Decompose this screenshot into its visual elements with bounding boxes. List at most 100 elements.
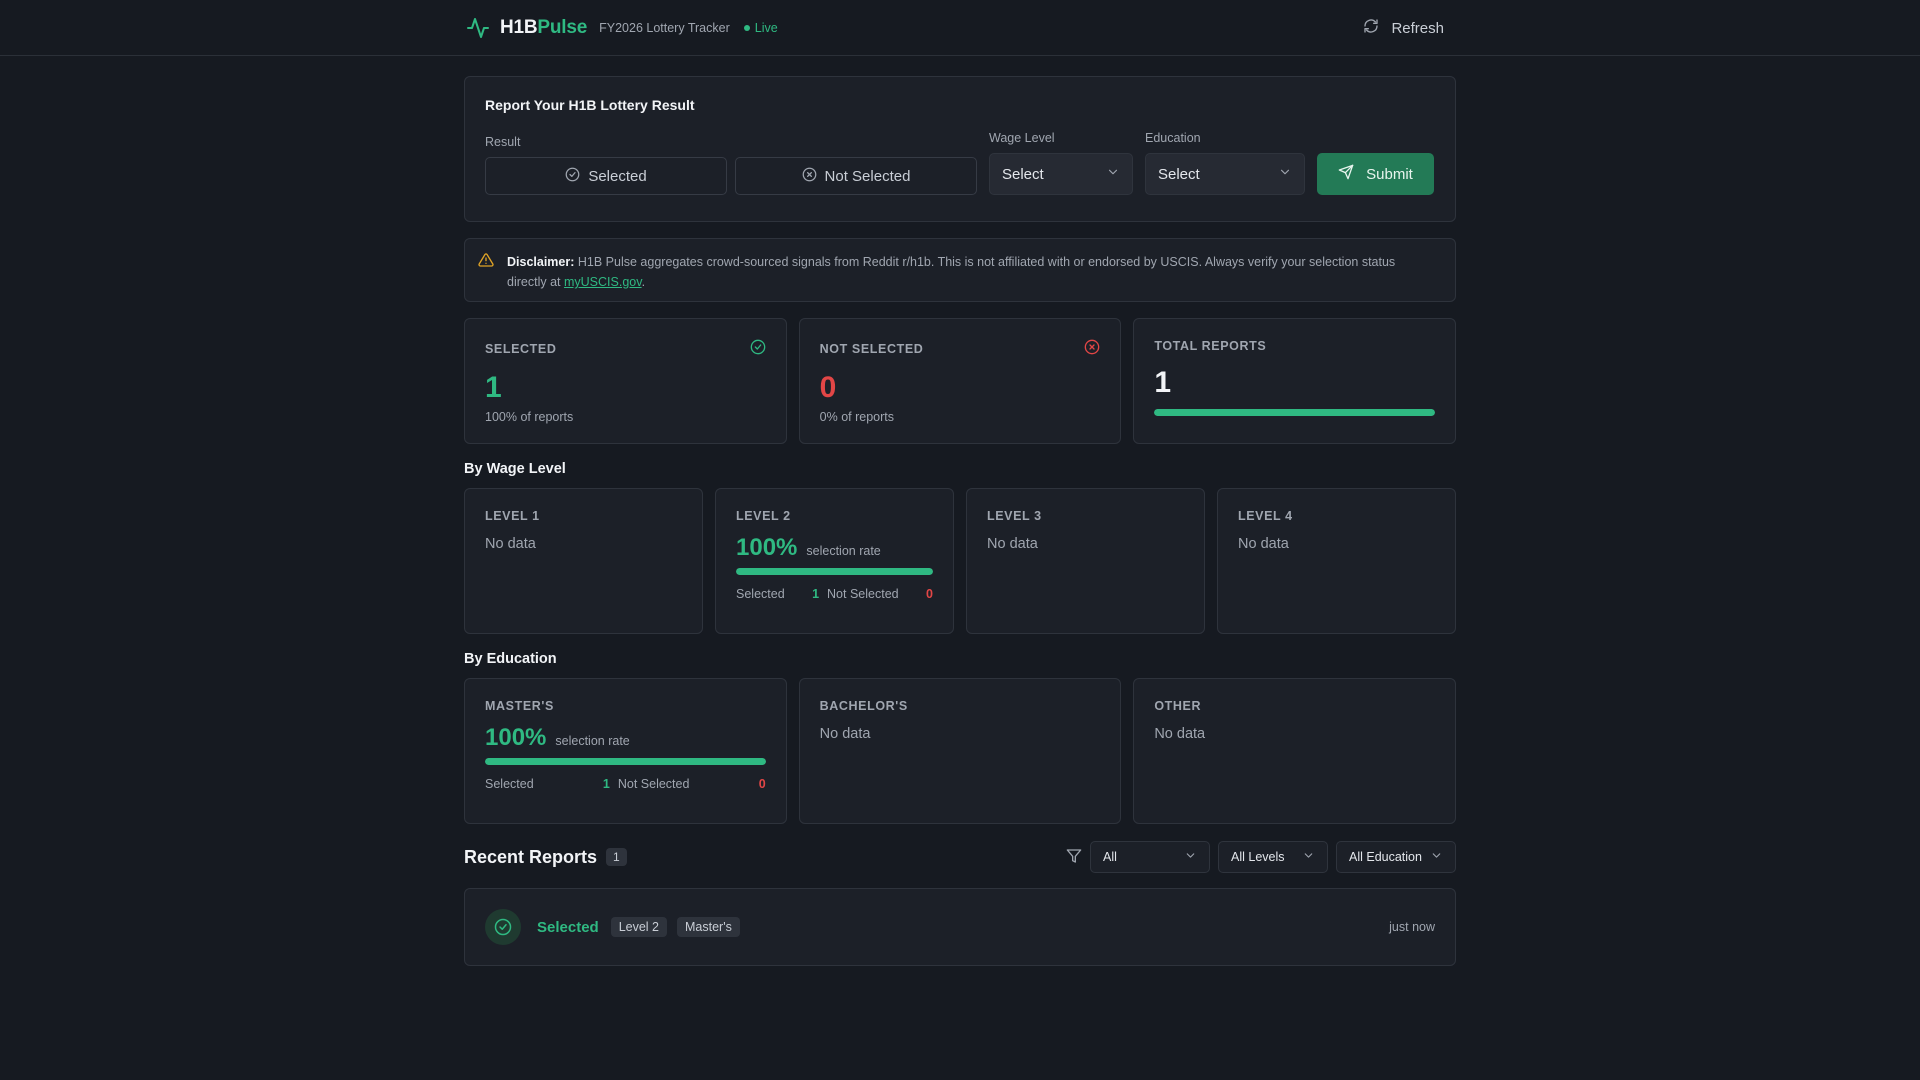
- education-masters-label: Master's: [485, 699, 554, 713]
- refresh-button[interactable]: Refresh: [1351, 10, 1456, 46]
- wage-level-label: Wage Level: [989, 131, 1055, 145]
- education-masters-bar: [485, 758, 766, 765]
- brand: H1BPulse FY2026 Lottery Tracker Live: [466, 16, 778, 40]
- submit-label: Submit: [1366, 165, 1413, 183]
- education-select[interactable]: Select: [1145, 153, 1305, 195]
- wage-level-2-bar-fill: [736, 568, 933, 575]
- result-filter-select[interactable]: All: [1090, 841, 1210, 873]
- education-masters-rate: 100%: [485, 724, 547, 751]
- total-reports-label: Total Reports: [1154, 339, 1267, 353]
- selected-button-label: Selected: [588, 167, 647, 185]
- disclaimer-end: .: [641, 275, 646, 289]
- wage-level-1-card: Level 1 No data: [464, 488, 703, 634]
- x-circle-icon: [1084, 339, 1100, 358]
- report-education-tag: Master's: [677, 917, 740, 937]
- wage-level-4-label: Level 4: [1238, 509, 1293, 523]
- brand-prefix: H1B: [500, 17, 538, 38]
- report-form-title: Report Your H1B Lottery Result: [485, 97, 695, 113]
- wage-level-4-card: Level 4 No data: [1217, 488, 1456, 634]
- selected-stat-label: Selected: [485, 341, 557, 356]
- total-reports-value: 1: [1154, 366, 1172, 399]
- check-circle-icon: [565, 167, 580, 186]
- wage-level-3-nodata: No data: [987, 536, 1038, 552]
- selected-count-label: Selected: [485, 777, 534, 791]
- level-filter-select[interactable]: All Levels: [1218, 841, 1328, 873]
- wage-level-2-counts: Selected 1 Not Selected 0: [736, 587, 933, 601]
- education-other-card: Other No data: [1133, 678, 1456, 824]
- brand-accent: Pulse: [537, 17, 588, 38]
- selected-count-value: 1: [602, 777, 610, 791]
- wage-level-2-card: Level 2 100% selection rate Selected 1 N…: [715, 488, 954, 634]
- wage-level-select[interactable]: Select: [989, 153, 1133, 195]
- selected-stat-value: 1: [485, 371, 502, 404]
- not-selected-stat-value: 0: [819, 371, 837, 404]
- not-selected-stat-label: Not Selected: [819, 341, 924, 356]
- chevron-down-icon: [1278, 165, 1292, 183]
- wage-level-1-label: Level 1: [485, 509, 540, 523]
- disclaimer-text: Disclaimer: H1B Pulse aggregates crowd-s…: [507, 252, 1435, 292]
- wage-section-title: By Wage Level: [464, 461, 566, 477]
- not-selected-count-label: Not Selected: [827, 587, 899, 601]
- education-filter-select[interactable]: All Education: [1336, 841, 1456, 873]
- result-label: Result: [485, 135, 521, 149]
- wage-level-1-nodata: No data: [485, 536, 536, 552]
- disclaimer-heading: Disclaimer:: [507, 255, 575, 269]
- education-grid: Master's 100% selection rate Selected 1 …: [464, 678, 1456, 824]
- report-timestamp: just now: [1389, 920, 1435, 934]
- education-bachelors-nodata: No data: [819, 726, 871, 742]
- education-masters-counts: Selected 1 Not Selected 0: [485, 777, 766, 791]
- education-other-label: Other: [1154, 699, 1202, 713]
- report-list-item: Selected Level 2 Master's just now: [464, 888, 1456, 966]
- not-selected-stat-sub: 0% of reports: [819, 410, 894, 424]
- x-circle-icon: [802, 167, 817, 186]
- send-icon: [1338, 164, 1354, 184]
- result-field: Result Selected Not Selected: [485, 135, 977, 195]
- report-level-tag: Level 2: [610, 917, 668, 937]
- refresh-label: Refresh: [1391, 19, 1444, 37]
- recent-reports-header: Recent Reports 1 All All Levels All Educ…: [464, 841, 1456, 873]
- not-selected-button-label: Not Selected: [824, 167, 911, 185]
- report-form-card: Report Your H1B Lottery Result Result Se…: [464, 76, 1456, 222]
- top-bar: H1BPulse FY2026 Lottery Tracker Live Ref…: [0, 0, 1920, 56]
- education-value: Select: [1158, 165, 1200, 183]
- recent-reports-count-badge: 1: [606, 848, 627, 866]
- live-label: Live: [754, 21, 778, 35]
- education-field: Education Select: [1145, 131, 1305, 195]
- not-selected-count-value: 0: [758, 777, 766, 791]
- education-bachelors-label: Bachelor's: [819, 699, 908, 713]
- education-section-title: By Education: [464, 651, 557, 667]
- education-bachelors-card: Bachelor's No data: [798, 678, 1122, 824]
- myuscis-link[interactable]: myUSCIS.gov: [564, 275, 642, 289]
- selected-stat-sub: 100% of reports: [485, 410, 574, 424]
- warning-icon: [478, 252, 494, 271]
- education-other-nodata: No data: [1154, 726, 1206, 742]
- recent-reports-title: Recent Reports: [464, 846, 598, 867]
- filter-icon: [1066, 848, 1082, 867]
- wage-level-grid: Level 1 No data Level 2 100% selection r…: [464, 488, 1456, 634]
- not-selected-stat-card: Not Selected 0 0% of reports: [798, 318, 1122, 444]
- wage-level-2-bar: [736, 568, 933, 575]
- check-circle-icon: [750, 339, 766, 358]
- selected-count-label: Selected: [736, 587, 785, 601]
- education-masters-rate-text: selection rate: [555, 734, 630, 748]
- education-masters-bar-fill: [485, 758, 766, 765]
- report-status: Selected: [537, 918, 599, 936]
- wage-level-field: Wage Level Select: [989, 131, 1133, 195]
- page-subtitle: FY2026 Lottery Tracker: [599, 21, 730, 35]
- chevron-down-icon: [1184, 849, 1197, 865]
- chevron-down-icon: [1302, 849, 1315, 865]
- result-not-selected-button[interactable]: Not Selected: [735, 157, 977, 195]
- not-selected-count-value: 0: [926, 587, 933, 601]
- result-selected-button[interactable]: Selected: [485, 157, 727, 195]
- submit-button[interactable]: Submit: [1317, 153, 1434, 195]
- pulse-icon: [466, 16, 490, 40]
- stats-row: Selected 1 100% of reports Not Selected …: [464, 318, 1456, 444]
- disclaimer-banner: Disclaimer: H1B Pulse aggregates crowd-s…: [464, 238, 1456, 302]
- wage-level-3-card: Level 3 No data: [966, 488, 1205, 634]
- refresh-icon: [1363, 18, 1379, 38]
- live-indicator: Live: [743, 21, 778, 35]
- education-filter-value: All Education: [1349, 850, 1422, 864]
- wage-level-2-rate-text: selection rate: [806, 544, 881, 558]
- wage-level-2-rate: 100%: [736, 534, 798, 561]
- not-selected-count-label: Not Selected: [617, 777, 690, 791]
